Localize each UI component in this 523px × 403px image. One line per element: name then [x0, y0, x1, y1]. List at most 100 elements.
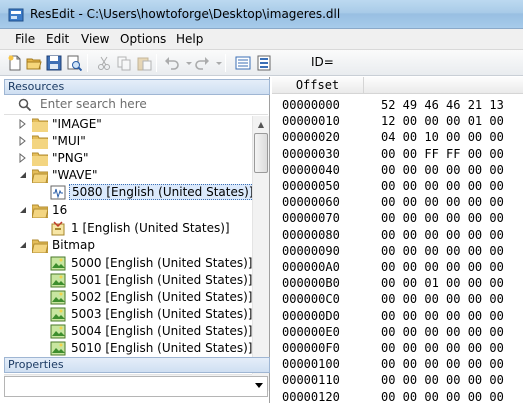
folder-icon — [32, 118, 48, 132]
tree-item-bitmap-5010[interactable]: 5010 [English (United States)] — [4, 340, 252, 357]
hex-bytes[interactable]: 00 00 00 00 00 00 — [381, 179, 504, 193]
tree-item-bitmap[interactable]: Bitmap — [4, 237, 252, 254]
hex-bytes[interactable]: 00 00 00 00 00 00 — [381, 292, 504, 306]
hex-view[interactable]: Offset 00000000 52 49 46 46 21 13 00000010… — [272, 77, 523, 403]
hex-bytes[interactable]: 00 00 00 00 00 00 — [381, 260, 504, 274]
hex-bytes[interactable]: 00 00 00 00 00 00 — [381, 373, 504, 387]
hex-row[interactable]: 000000E0 00 00 00 00 00 00 — [272, 325, 523, 341]
hex-bytes[interactable]: 00 00 00 00 00 00 — [381, 195, 504, 209]
hex-row[interactable]: 000000D0 00 00 00 00 00 00 — [272, 309, 523, 325]
tree-item-label: "MUI" — [52, 134, 86, 148]
resources-header: Resources — [4, 79, 270, 95]
hex-offset: 000000B0 — [282, 276, 340, 291]
tree-item-16[interactable]: 16 — [4, 202, 252, 219]
tree-item-bitmap-5001[interactable]: 5001 [English (United States)] — [4, 272, 252, 289]
redo-icon[interactable] — [193, 54, 211, 71]
title-bar[interactable]: ResEdit - C:\Users\howtoforge\Desktop\im… — [0, 0, 523, 29]
hex-bytes[interactable]: 00 00 00 00 00 00 — [381, 309, 504, 323]
chevron-down-icon[interactable] — [255, 383, 263, 388]
expand-arrow-icon[interactable] — [18, 119, 28, 129]
tree-item-image[interactable]: "IMAGE" — [4, 116, 252, 133]
tree-vertical-scrollbar[interactable]: ▲ ▼ — [252, 116, 269, 374]
hex-bytes[interactable]: 00 00 00 00 00 00 — [381, 228, 504, 242]
hex-bytes[interactable]: 00 00 00 00 00 00 — [381, 211, 504, 225]
hex-bytes[interactable]: 00 00 01 00 00 00 — [381, 276, 504, 290]
hex-bytes[interactable]: 00 00 FF FF 00 00 — [381, 147, 504, 161]
open-folder-icon[interactable] — [25, 54, 43, 71]
resource-view-icon[interactable] — [234, 54, 252, 71]
menu-options[interactable]: Options — [120, 32, 166, 46]
hex-bytes[interactable]: 00 00 00 00 00 00 — [381, 244, 504, 258]
hex-row[interactable]: 00000070 00 00 00 00 00 00 — [272, 211, 523, 227]
save-icon[interactable] — [45, 54, 63, 71]
copy-icon[interactable] — [115, 54, 133, 71]
hex-offset: 00000100 — [282, 357, 340, 372]
properties-select[interactable] — [4, 376, 268, 397]
tree-item-bitmap-5000[interactable]: 5000 [English (United States)] — [4, 255, 252, 272]
bitmap-icon — [50, 307, 66, 322]
hex-row[interactable]: 00000120 00 00 00 00 00 00 — [272, 390, 523, 403]
hex-bytes[interactable]: 00 00 00 00 00 00 — [381, 357, 504, 371]
hex-bytes[interactable]: 00 00 00 00 00 00 — [381, 325, 504, 339]
tree-item-bitmap-5004[interactable]: 5004 [English (United States)] — [4, 323, 252, 340]
tree-item-mui[interactable]: "MUI" — [4, 133, 252, 150]
search-input[interactable]: Enter search here — [40, 97, 147, 111]
tree-item-version-1[interactable]: 1 [English (United States)] — [4, 220, 252, 237]
hex-row[interactable]: 00000010 12 00 00 00 01 00 — [272, 114, 523, 130]
menu-view[interactable]: View — [81, 32, 109, 46]
collapse-arrow-icon[interactable] — [18, 170, 28, 180]
hex-row[interactable]: 00000050 00 00 00 00 00 00 — [272, 179, 523, 195]
scroll-up-icon[interactable]: ▲ — [253, 116, 269, 132]
search-box[interactable]: Enter search here — [4, 95, 268, 115]
hex-row[interactable]: 00000110 00 00 00 00 00 00 — [272, 373, 523, 389]
hex-row[interactable]: 00000020 04 00 10 00 00 00 — [272, 130, 523, 146]
hex-bytes[interactable]: 12 00 00 00 01 00 — [381, 114, 504, 128]
hex-offset: 00000090 — [282, 243, 340, 258]
hex-row[interactable]: 00000040 00 00 00 00 00 00 — [272, 163, 523, 179]
cut-icon[interactable] — [95, 54, 113, 71]
expand-arrow-icon[interactable] — [18, 136, 28, 146]
collapse-arrow-icon[interactable] — [18, 205, 28, 215]
tree-item-wave-5080[interactable]: 5080 [English (United States)] — [4, 184, 252, 201]
print-preview-icon[interactable] — [65, 54, 83, 71]
tree-item-label: 5001 [English (United States)] — [71, 273, 252, 287]
hex-bytes[interactable]: 52 49 46 46 21 13 — [381, 98, 504, 112]
undo-icon[interactable] — [163, 54, 181, 71]
hex-row[interactable]: 00000080 00 00 00 00 00 00 — [272, 228, 523, 244]
tree-item-label: 1 [English (United States)] — [71, 221, 230, 235]
hex-bytes[interactable]: 00 00 00 00 00 00 — [381, 390, 504, 403]
hex-row[interactable]: 00000030 00 00 FF FF 00 00 — [272, 147, 523, 163]
hex-row[interactable]: 00000000 52 49 46 46 21 13 — [272, 98, 523, 114]
menu-edit[interactable]: Edit — [46, 32, 69, 46]
hex-row[interactable]: 000000A0 00 00 00 00 00 00 — [272, 260, 523, 276]
tree-item-bitmap-5003[interactable]: 5003 [English (United States)] — [4, 306, 252, 323]
new-file-icon[interactable] — [6, 54, 24, 71]
hex-row[interactable]: 000000C0 00 00 00 00 00 00 — [272, 292, 523, 308]
window-title: ResEdit - C:\Users\howtoforge\Desktop\im… — [30, 7, 341, 21]
expand-arrow-icon[interactable] — [18, 153, 28, 163]
hex-row[interactable]: 000000F0 00 00 00 00 00 00 — [272, 341, 523, 357]
hex-row[interactable]: 00000090 00 00 00 00 00 00 — [272, 244, 523, 260]
offset-column-header[interactable]: Offset — [272, 77, 364, 94]
hex-row[interactable]: 00000100 00 00 00 00 00 00 — [272, 357, 523, 373]
hex-bytes[interactable]: 04 00 10 00 00 00 — [381, 130, 504, 144]
tree-item-bitmap-5002[interactable]: 5002 [English (United States)] — [4, 289, 252, 306]
menu-help[interactable]: Help — [176, 32, 203, 46]
scroll-thumb[interactable] — [254, 133, 268, 173]
bitmap-icon — [50, 290, 66, 305]
paste-icon[interactable] — [135, 54, 153, 71]
hex-bytes[interactable]: 00 00 00 00 00 00 — [381, 163, 504, 177]
hex-row[interactable]: 000000B0 00 00 01 00 00 00 — [272, 276, 523, 292]
folder-open-icon — [32, 204, 48, 218]
hex-bytes[interactable]: 00 00 00 00 00 00 — [381, 341, 504, 355]
tree-item-label: 5000 [English (United States)] — [71, 256, 252, 270]
hex-offset: 000000F0 — [282, 341, 340, 355]
tree-item-label: 5002 [English (United States)] — [71, 290, 252, 304]
hex-row[interactable]: 00000060 00 00 00 00 00 00 — [272, 195, 523, 211]
properties-view-icon[interactable] — [255, 54, 273, 71]
menu-file[interactable]: File — [15, 32, 35, 46]
tree-item-wave[interactable]: "WAVE" — [4, 167, 252, 184]
tree-item-png[interactable]: "PNG" — [4, 150, 252, 167]
tree-item-label: 5004 [English (United States)] — [71, 324, 252, 338]
collapse-arrow-icon[interactable] — [18, 240, 28, 250]
